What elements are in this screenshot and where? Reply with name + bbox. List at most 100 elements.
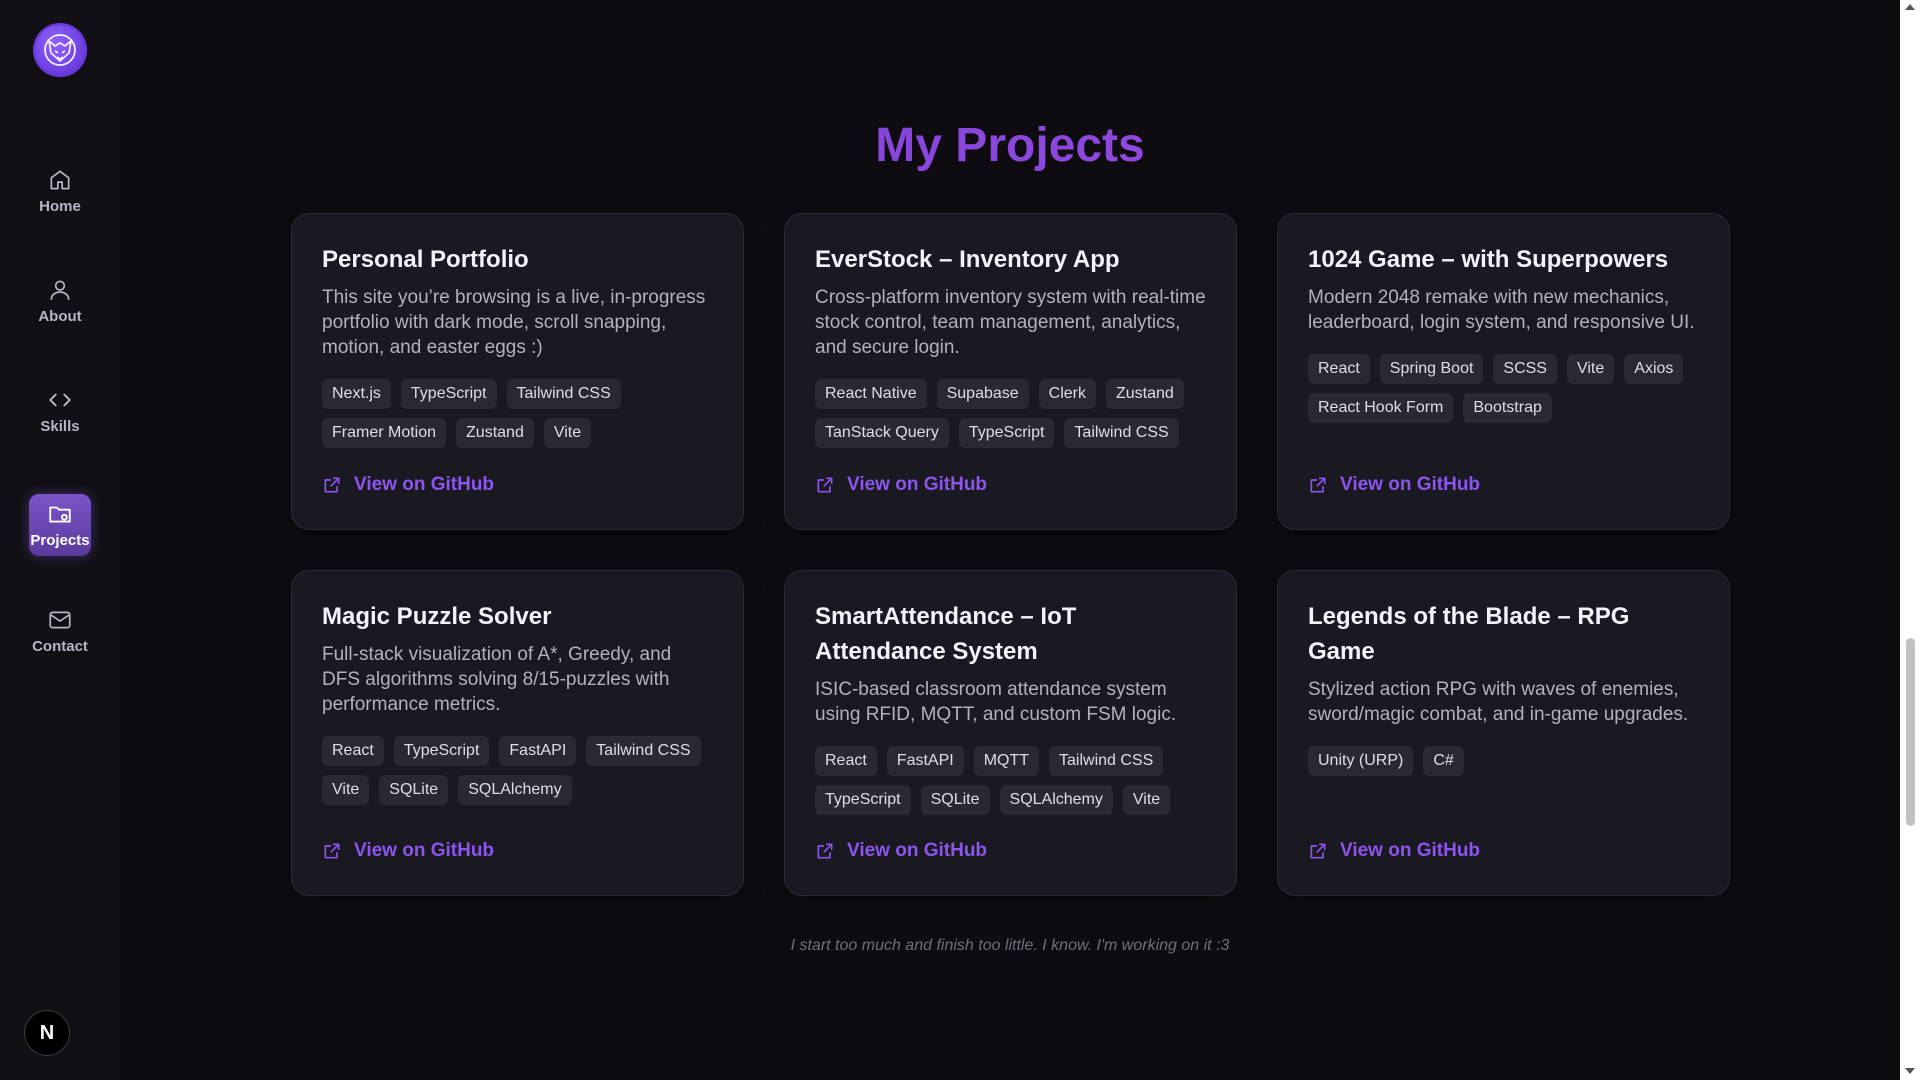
- tech-tag: Vite: [322, 775, 370, 805]
- tech-tag: MQTT: [973, 746, 1040, 776]
- project-card: SmartAttendance – IoT Attendance System …: [784, 570, 1237, 896]
- main-content: My Projects Personal Portfolio This site…: [120, 0, 1900, 1080]
- tech-tag: Supabase: [936, 379, 1029, 409]
- page-scrollbar[interactable]: [1900, 0, 1920, 1080]
- tech-tag: SQLite: [920, 785, 990, 815]
- sidebar: Home About Skills Projects Contact N: [0, 0, 119, 1080]
- mail-icon: [49, 611, 71, 629]
- tag-list: Unity (URP) C#: [1308, 746, 1699, 776]
- tech-tag: Tailwind CSS: [586, 736, 701, 766]
- project-card: 1024 Game – with Superpowers Modern 2048…: [1277, 213, 1730, 530]
- footnote: I start too much and finish too little. …: [790, 937, 1230, 954]
- tech-tag: Next.js: [322, 379, 391, 409]
- github-link-label: View on GitHub: [1340, 840, 1481, 861]
- folder-icon: [49, 506, 71, 523]
- project-card: Magic Puzzle Solver Full-stack visualiza…: [291, 570, 744, 896]
- nav-projects-label: Projects: [30, 532, 90, 549]
- tech-tag: Axios: [1624, 354, 1684, 384]
- external-link-icon: [1310, 843, 1326, 859]
- tech-tag: Tailwind CSS: [1064, 418, 1179, 448]
- nav-skills-label: Skills: [40, 418, 80, 435]
- tech-tag: React: [322, 736, 384, 766]
- github-link[interactable]: View on GitHub: [1308, 840, 1480, 862]
- tech-tag: Vite: [1566, 354, 1615, 384]
- code-icon: [49, 393, 71, 407]
- project-title: SmartAttendance – IoT Attendance System: [815, 603, 1077, 665]
- project-title: 1024 Game – with Superpowers: [1308, 246, 1669, 273]
- tag-list: React Spring Boot SCSS Vite Axios React …: [1308, 354, 1699, 423]
- tech-tag: Vite: [543, 418, 592, 448]
- project-description: Cross-platform inventory system with rea…: [815, 287, 1206, 358]
- github-link-label: View on GitHub: [1340, 474, 1481, 495]
- project-title: Legends of the Blade – RPG Game: [1308, 603, 1630, 665]
- nextjs-avatar[interactable]: N: [24, 1010, 70, 1056]
- tech-tag: Vite: [1122, 785, 1171, 815]
- nav-about[interactable]: About: [29, 270, 91, 332]
- tag-list: React Native Supabase Clerk Zustand TanS…: [815, 379, 1206, 448]
- nav-about-label: About: [38, 308, 82, 325]
- tech-tag: Spring Boot: [1379, 354, 1484, 384]
- logo[interactable]: [35, 25, 85, 75]
- tech-tag: TypeScript: [958, 418, 1055, 448]
- github-link-label: View on GitHub: [354, 474, 495, 495]
- project-description: ISIC-based classroom attendance system u…: [815, 679, 1177, 725]
- scroll-up-arrow-icon[interactable]: [1905, 4, 1915, 10]
- project-description: Stylized action RPG with waves of enemie…: [1308, 679, 1689, 725]
- project-title: EverStock – Inventory App: [815, 246, 1120, 273]
- home-icon: [50, 170, 70, 190]
- tech-tag: Clerk: [1038, 379, 1096, 409]
- nav-contact[interactable]: Contact: [29, 600, 91, 662]
- github-link[interactable]: View on GitHub: [1308, 474, 1480, 496]
- project-description: Modern 2048 remake with new mechanics, l…: [1308, 287, 1695, 333]
- external-link-icon: [324, 477, 340, 493]
- projects-grid: Personal Portfolio This site you’re brow…: [291, 213, 1730, 896]
- nav-projects[interactable]: Projects: [29, 494, 91, 556]
- project-card: Legends of the Blade – RPG Game Stylized…: [1277, 570, 1730, 896]
- tech-tag: SQLAlchemy: [458, 775, 572, 805]
- github-link[interactable]: View on GitHub: [322, 474, 494, 496]
- tech-tag: C#: [1423, 746, 1464, 776]
- tech-tag: SQLite: [379, 775, 449, 805]
- tech-tag: Framer Motion: [322, 418, 447, 448]
- nav-contact-label: Contact: [32, 638, 88, 655]
- tech-tag: SCSS: [1493, 354, 1557, 384]
- tag-list: React FastAPI MQTT Tailwind CSS TypeScri…: [815, 746, 1206, 815]
- tech-tag: TanStack Query: [815, 418, 949, 448]
- nav-skills[interactable]: Skills: [29, 380, 91, 442]
- tech-tag: Zustand: [1106, 379, 1184, 409]
- github-link-label: View on GitHub: [847, 840, 988, 861]
- nav-home-label: Home: [39, 198, 81, 215]
- external-link-icon: [324, 843, 340, 859]
- project-card: EverStock – Inventory App Cross-platform…: [784, 213, 1237, 530]
- wolf-logo-icon: [44, 34, 76, 66]
- project-description: Full-stack visualization of A*, Greedy, …: [322, 644, 672, 715]
- scroll-down-arrow-icon[interactable]: [1905, 1068, 1915, 1074]
- nav-home[interactable]: Home: [29, 160, 91, 222]
- page-title: My Projects: [120, 118, 1900, 173]
- avatar-letter: N: [39, 1021, 55, 1044]
- tech-tag: React: [815, 746, 877, 776]
- project-description: This site you’re browsing is a live, in-…: [322, 287, 706, 358]
- github-link[interactable]: View on GitHub: [322, 840, 494, 862]
- tech-tag: TypeScript: [815, 785, 911, 815]
- github-link[interactable]: View on GitHub: [815, 474, 987, 496]
- scroll-thumb[interactable]: [1906, 638, 1915, 826]
- tech-tag: React Native: [815, 379, 927, 409]
- project-card: Personal Portfolio This site you’re brow…: [291, 213, 744, 530]
- github-link-label: View on GitHub: [847, 474, 988, 495]
- tech-tag: Unity (URP): [1308, 746, 1414, 776]
- tech-tag: FastAPI: [499, 736, 577, 766]
- project-title: Magic Puzzle Solver: [322, 603, 552, 630]
- tech-tag: React: [1308, 354, 1370, 384]
- tech-tag: Tailwind CSS: [1049, 746, 1164, 776]
- tech-tag: TypeScript: [393, 736, 490, 766]
- github-link[interactable]: View on GitHub: [815, 840, 987, 862]
- tech-tag: SQLAlchemy: [999, 785, 1113, 815]
- tech-tag: TypeScript: [400, 379, 497, 409]
- project-title: Personal Portfolio: [322, 246, 529, 273]
- external-link-icon: [817, 477, 833, 493]
- tech-tag: React Hook Form: [1308, 393, 1454, 423]
- tech-tag: Zustand: [456, 418, 534, 448]
- tech-tag: Tailwind CSS: [506, 379, 621, 409]
- tag-list: Next.js TypeScript Tailwind CSS Framer M…: [322, 379, 713, 448]
